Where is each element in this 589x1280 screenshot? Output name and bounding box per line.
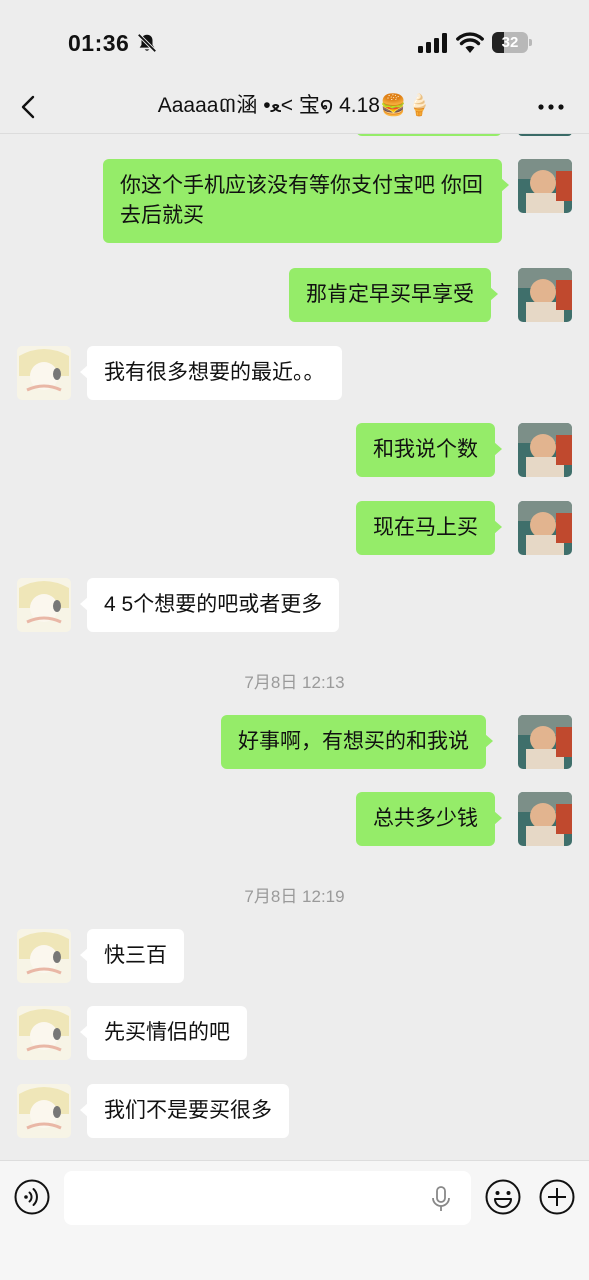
battery-indicator: 32 [492, 32, 532, 53]
back-button[interactable] [18, 92, 40, 122]
message-bubble-mine[interactable]: 那肯定早买早享受 [289, 268, 498, 322]
my-avatar[interactable] [518, 268, 572, 322]
contact-avatar[interactable] [17, 346, 71, 400]
cellular-signal-icon [418, 33, 447, 53]
contact-avatar[interactable] [17, 929, 71, 983]
partial-avatar [518, 134, 572, 136]
message-timestamp: 7月8日 12:13 [244, 673, 345, 692]
status-time: 01:36 [68, 30, 130, 56]
contact-avatar[interactable] [17, 1006, 71, 1060]
voice-icon[interactable] [14, 1179, 50, 1215]
message-list[interactable]: 你这个手机应该没有等你支付宝吧 你回去后就买 那肯定早买早享受 我有很多想要的最… [0, 134, 589, 1160]
emoji-icon[interactable] [485, 1179, 521, 1215]
bell-off-icon [137, 33, 157, 53]
message-bubble-contact[interactable]: 我们不是要买很多 [80, 1084, 289, 1138]
chat-header: Aaaaa៣涵 •ﻌ< 宝໑ 4.18🍔🍦 [0, 80, 589, 134]
wifi-icon [456, 32, 484, 53]
message-bubble-mine[interactable]: 你这个手机应该没有等你支付宝吧 你回去后就买 [103, 159, 509, 243]
my-avatar[interactable] [518, 792, 572, 846]
message-bubble-contact[interactable]: 4 5个想要的吧或者更多 [79, 578, 340, 632]
message-bubble-mine[interactable]: 总共多少钱 [356, 792, 502, 846]
input-bar [0, 1160, 589, 1280]
message-bubble-contact[interactable]: 先买情侣的吧 [80, 1006, 247, 1060]
message-timestamp: 7月8日 12:19 [244, 887, 345, 906]
message-bubble-mine[interactable]: 和我说个数 [356, 423, 502, 477]
status-bar: 01:36 32 [0, 0, 589, 80]
contact-avatar[interactable] [17, 578, 71, 632]
my-avatar[interactable] [518, 501, 572, 555]
chat-title: Aaaaa៣涵 •ﻌ< 宝໑ 4.18🍔🍦 [157, 94, 433, 117]
my-avatar[interactable] [518, 159, 572, 213]
message-bubble-contact[interactable]: 我有很多想要的最近。。 [80, 346, 342, 400]
my-avatar[interactable] [518, 715, 572, 769]
contact-avatar[interactable] [17, 1084, 71, 1138]
partial-message-bubble [356, 134, 502, 136]
mic-icon[interactable] [430, 1185, 452, 1213]
message-bubble-mine[interactable]: 好事啊，有想买的和我说 [221, 715, 493, 769]
my-avatar[interactable] [518, 423, 572, 477]
message-bubble-contact[interactable]: 快三百 [80, 929, 184, 983]
more-dots-icon[interactable] [536, 100, 566, 114]
battery-level: 32 [501, 34, 519, 51]
message-bubble-mine[interactable]: 现在马上买 [356, 501, 502, 555]
message-input[interactable] [64, 1171, 471, 1225]
plus-icon[interactable] [539, 1179, 575, 1215]
